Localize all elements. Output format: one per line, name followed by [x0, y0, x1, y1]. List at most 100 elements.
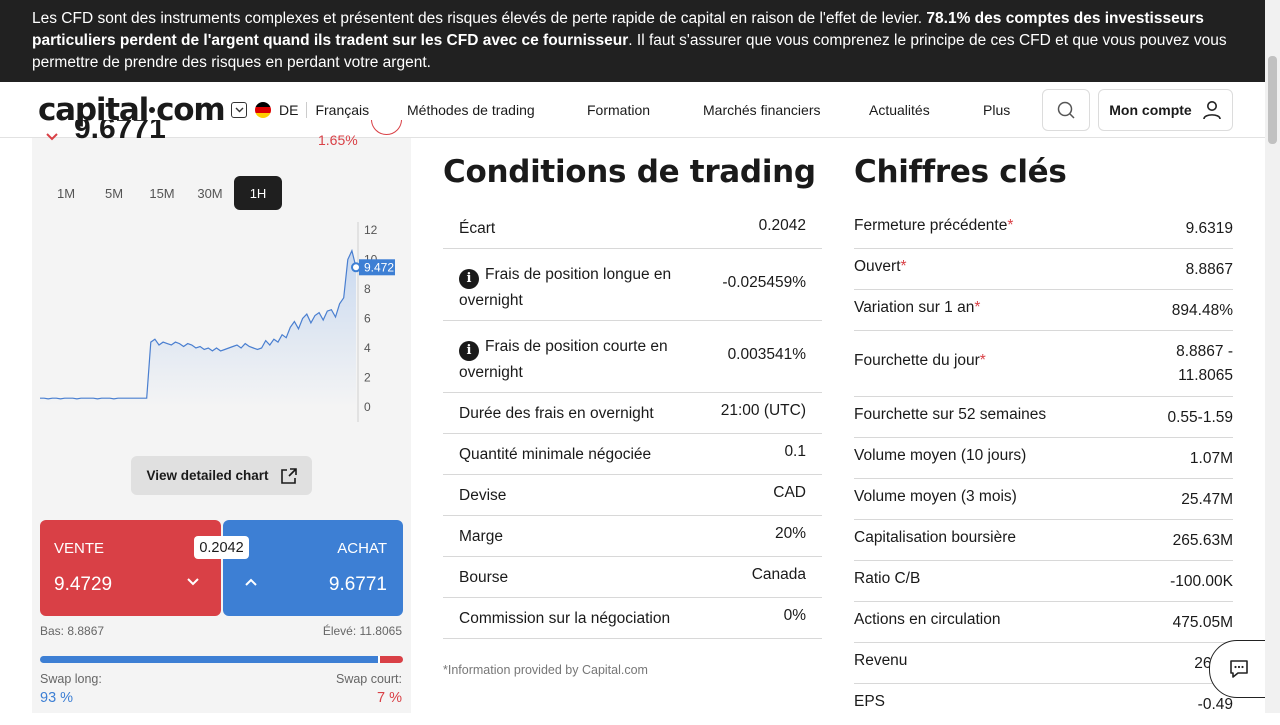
scrollbar-thumb[interactable]: [1268, 56, 1277, 144]
tab-timeframe-1m[interactable]: 1M: [42, 176, 90, 210]
row-label-wrap: i Frais de position courte en overnight: [459, 335, 709, 385]
price-chart[interactable]: 1210864209.472: [40, 222, 395, 427]
row-label: Fermeture précédente: [854, 217, 1008, 234]
row-value: 894.48%: [1171, 302, 1233, 319]
nav-education[interactable]: Formation: [587, 102, 650, 118]
table-row: Revenu 264.2: [854, 643, 1233, 684]
account-button[interactable]: Mon compte: [1098, 89, 1233, 131]
table-row: Commission sur la négociation 0%: [443, 598, 822, 639]
row-label: Capitalisation boursière: [854, 529, 1016, 546]
swap-short-fill: [379, 656, 403, 663]
spread-badge: 0.2042: [194, 536, 249, 559]
nav-more[interactable]: Plus: [983, 102, 1010, 118]
nav-markets[interactable]: Marchés financiers: [703, 102, 821, 118]
row-label: Fourchette sur 52 semaines: [854, 406, 1047, 423]
y-tick-label: 8: [364, 282, 371, 296]
row-value: Canada: [751, 566, 806, 583]
row-label-wrap: i Frais de position longue en overnight: [459, 263, 709, 313]
row-label: Quantité minimale négociée: [459, 446, 652, 463]
table-row: Devise CAD: [443, 475, 822, 516]
row-value: 25.47M: [1181, 491, 1233, 508]
swap-long-fill: [40, 656, 378, 663]
detail-button-label: View detailed chart: [146, 468, 269, 483]
swap-short-label: Swap court:: [335, 672, 402, 686]
language-label: Français: [315, 102, 370, 118]
row-value: 1.07M: [1189, 450, 1233, 467]
swap-long-label: Swap long:: [40, 672, 102, 686]
table-row: Écart 0.2042: [443, 208, 822, 249]
row-label: EPS: [854, 693, 886, 710]
row-label: Revenu: [854, 652, 908, 669]
row-value: -100.00K: [1170, 573, 1233, 590]
row-value-second-line: 11.8065: [1178, 367, 1233, 384]
row-value: 0%: [783, 607, 806, 624]
timeframe-selector: 1M 5M 15M 30M 1H: [42, 176, 282, 210]
row-label: Durée des frais en overnight: [459, 405, 654, 422]
scrollbar[interactable]: [1265, 0, 1280, 713]
row-value: 0.2042: [758, 217, 806, 234]
buy-button[interactable]: ACHAT 9.6771: [223, 520, 403, 616]
table-row: Fourchette sur 52 semaines 0.55-1.59: [854, 397, 1233, 438]
row-label-wrap: Variation sur 1 an*: [854, 299, 980, 317]
nav-trading-methods[interactable]: Méthodes de trading: [407, 102, 535, 118]
germany-flag-icon: [255, 102, 271, 118]
footnote: *Information provided by Capital.com: [443, 663, 648, 677]
info-icon[interactable]: i: [459, 269, 479, 289]
price-header-peek: 9.6771 1.65%: [32, 120, 411, 150]
row-value: 8.8867 -: [1176, 343, 1233, 360]
row-label: Fourchette du jour: [854, 352, 980, 369]
row-value: 475.05M: [1172, 614, 1233, 631]
tab-timeframe-5m[interactable]: 5M: [90, 176, 138, 210]
tab-timeframe-30m[interactable]: 30M: [186, 176, 234, 210]
chart-area-fill: [40, 250, 356, 407]
sell-button[interactable]: VENTE 9.4729: [40, 520, 221, 616]
row-value: CAD: [773, 484, 806, 501]
row-value: 0.003541%: [727, 346, 806, 363]
table-row: Bourse Canada: [443, 557, 822, 598]
nav-news[interactable]: Actualités: [869, 102, 930, 118]
table-row: Marge 20%: [443, 516, 822, 557]
row-label: Actions en circulation: [854, 611, 1001, 628]
table-row: Fermeture précédente* 9.6319: [854, 208, 1233, 249]
row-label-wrap: Ouvert*: [854, 258, 907, 276]
table-row: Volume moyen (10 jours) 1.07M: [854, 438, 1233, 479]
asterisk: *: [974, 299, 981, 316]
swap-short-value: 7 %: [377, 690, 402, 706]
risk-warning-banner: Les CFD sont des instruments complexes e…: [0, 0, 1280, 82]
row-value: 0.1: [784, 443, 806, 460]
row-label: Écart: [459, 220, 496, 237]
divider: [306, 102, 308, 118]
row-label: Marge: [459, 528, 503, 545]
row-label: Volume moyen (3 mois): [854, 488, 1017, 505]
day-high: Élevé: 11.8065: [322, 624, 402, 638]
y-tick-label: 0: [364, 400, 371, 414]
row-value: -0.025459%: [722, 274, 806, 291]
swap-ratio-bar: [40, 656, 403, 663]
search-button[interactable]: [1042, 89, 1090, 131]
buy-label: ACHAT: [337, 540, 387, 557]
sell-label: VENTE: [54, 540, 105, 557]
tab-timeframe-15m[interactable]: 15M: [138, 176, 186, 210]
row-value: 0.55-1.59: [1167, 409, 1234, 426]
buy-price: 9.6771: [328, 574, 387, 595]
chat-button[interactable]: [1209, 640, 1269, 698]
chevron-down-icon: [187, 578, 199, 586]
view-detailed-chart-button[interactable]: View detailed chart: [131, 456, 312, 495]
row-label: Bourse: [459, 569, 509, 586]
info-icon[interactable]: i: [459, 341, 479, 361]
row-value: 8.8867: [1185, 261, 1233, 278]
table-row: Variation sur 1 an* 894.48%: [854, 290, 1233, 331]
table-row: Fourchette du jour* 8.8867 - 11.8065: [854, 331, 1233, 397]
y-tick-label: 4: [364, 341, 371, 355]
language-selector[interactable]: DE Français: [231, 102, 369, 118]
table-row: Actions en circulation 475.05M: [854, 602, 1233, 643]
row-value: 265.63M: [1172, 532, 1233, 549]
search-icon: [1057, 101, 1075, 119]
tab-timeframe-1h[interactable]: 1H: [234, 176, 282, 210]
alert-icon[interactable]: [371, 120, 402, 135]
country-code: DE: [279, 102, 299, 118]
current-price: 9.6771: [74, 120, 166, 145]
table-row: Quantité minimale négociée 0.1: [443, 434, 822, 475]
row-value: 20%: [774, 525, 806, 542]
user-icon: [1202, 101, 1221, 120]
